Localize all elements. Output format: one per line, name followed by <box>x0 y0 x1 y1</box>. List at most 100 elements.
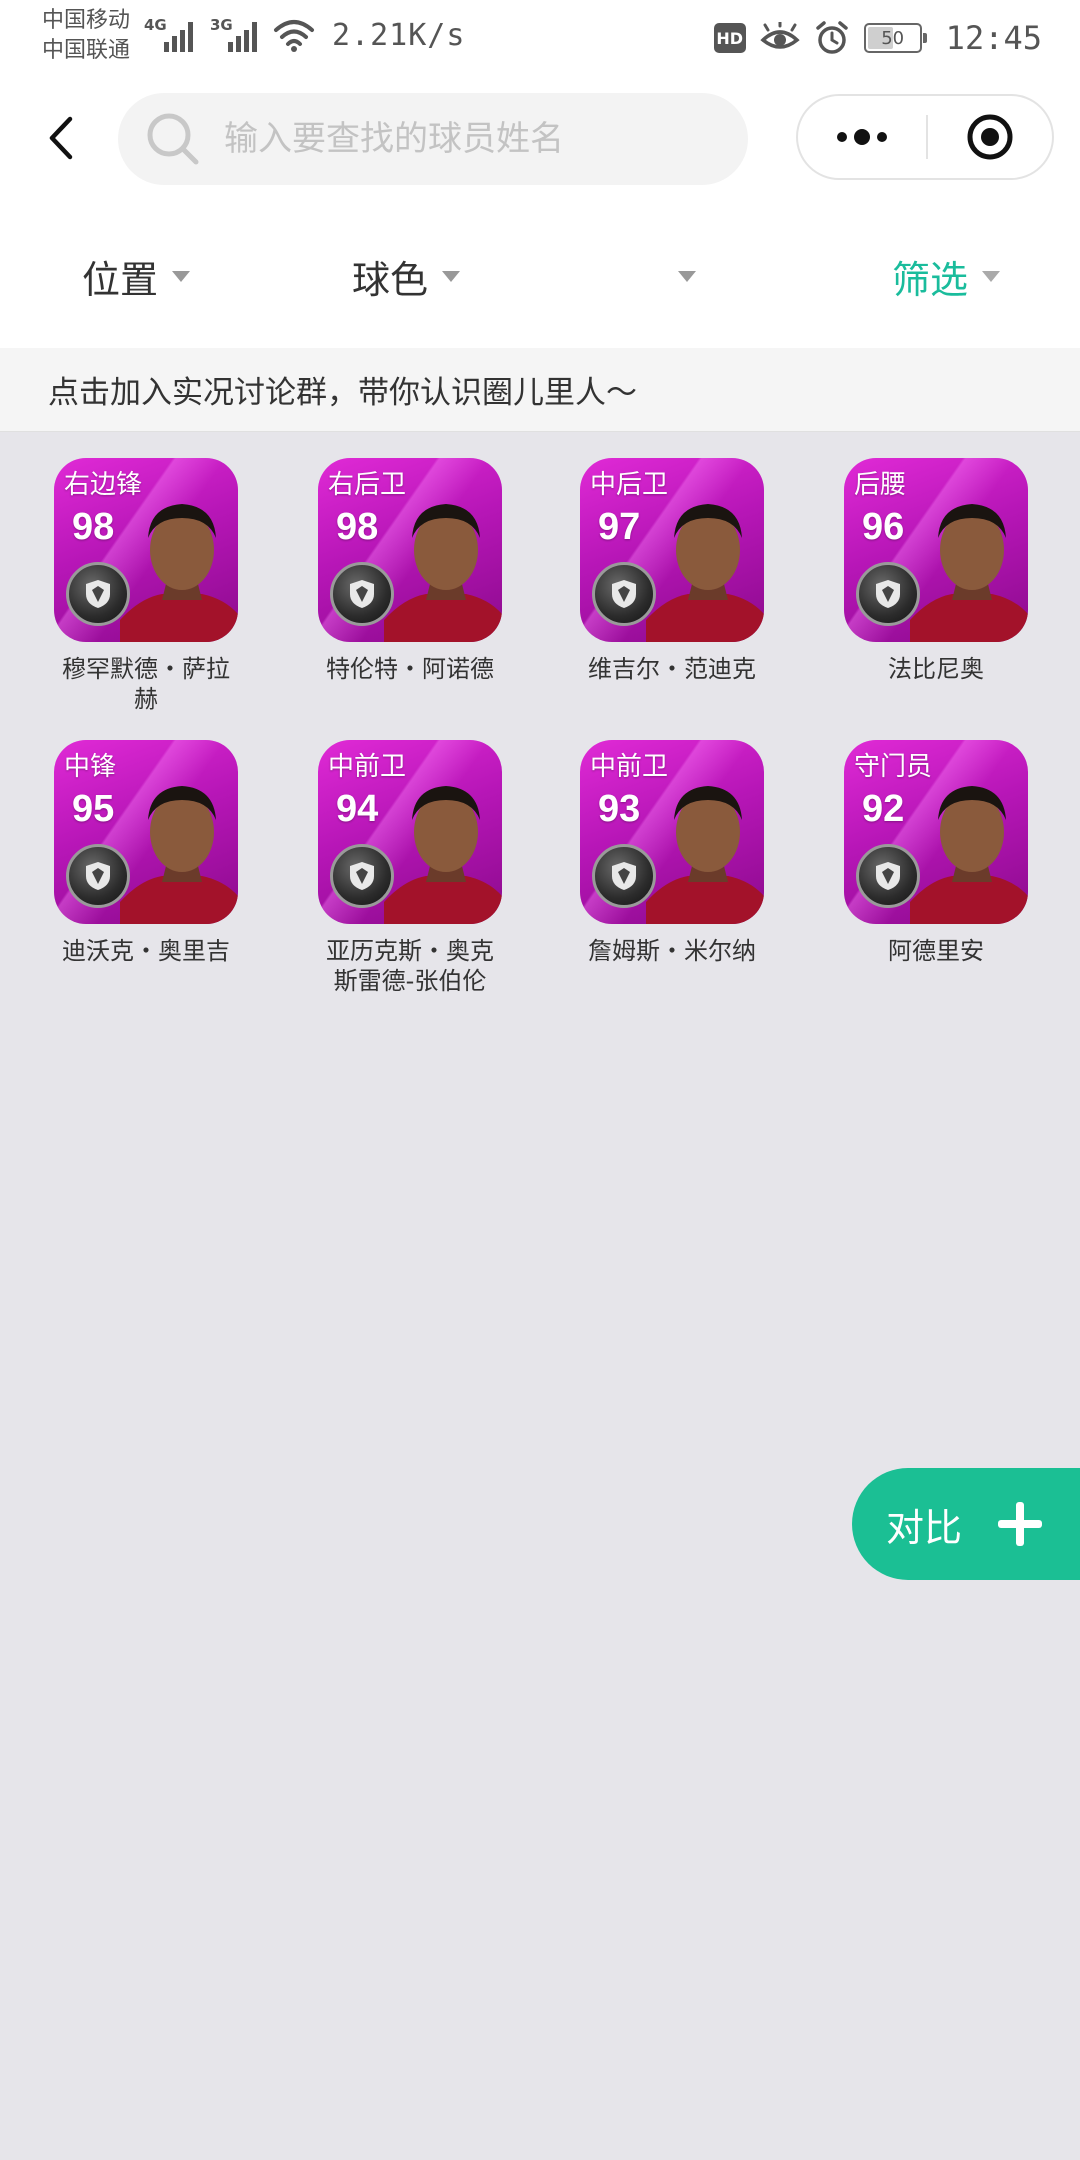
club-badge-icon <box>856 562 920 626</box>
carrier-info: 中国移动 中国联通 <box>42 6 130 66</box>
player-card[interactable]: 右后卫 98 特伦特・阿诺德 <box>278 458 542 684</box>
shield-icon <box>876 862 900 890</box>
player-name: 阿德里安 <box>888 937 984 965</box>
shield-icon <box>86 862 110 890</box>
player-rating: 98 <box>72 506 115 548</box>
filter-unnamed[interactable] <box>664 246 696 306</box>
club-badge-icon <box>330 844 394 908</box>
player-card-image: 中后卫 97 <box>580 458 764 642</box>
club-badge-icon <box>592 844 656 908</box>
player-name: 法比尼奥 <box>888 655 984 683</box>
carrier-1: 中国移动 <box>42 8 131 33</box>
player-photo-icon <box>646 504 764 642</box>
club-badge-icon <box>66 844 130 908</box>
player-card-image: 后腰 96 <box>844 458 1028 642</box>
eye-icon <box>760 22 800 49</box>
player-name: 维吉尔・范迪克 <box>588 655 756 683</box>
player-rating: 93 <box>598 788 641 830</box>
search-input[interactable] <box>222 118 722 160</box>
player-name: 穆罕默德・萨拉赫 <box>62 655 230 713</box>
caret-down-icon <box>172 270 191 282</box>
player-photo-icon <box>120 786 238 924</box>
player-card[interactable]: 中锋 95 迪沃克・奥里吉 <box>14 740 278 966</box>
join-group-banner[interactable]: 点击加入实况讨论群，带你认识圈儿里人～ <box>0 348 1080 432</box>
player-position: 后腰 <box>854 470 907 500</box>
shield-icon <box>612 580 636 608</box>
shield-icon <box>350 862 374 890</box>
player-rating: 92 <box>862 788 905 830</box>
player-photo-icon <box>910 504 1028 642</box>
player-photo-icon <box>384 786 502 924</box>
clock: 12:45 <box>945 19 1042 57</box>
shield-icon <box>350 580 374 608</box>
plus-icon <box>998 1502 1043 1546</box>
caret-down-icon <box>678 270 696 282</box>
signal-icon <box>164 22 193 52</box>
battery-icon: 50 <box>863 23 927 53</box>
player-card[interactable]: 后腰 96 法比尼奥 <box>804 458 1068 684</box>
player-name: 特伦特・阿诺德 <box>326 655 494 683</box>
player-card-image: 右后卫 98 <box>318 458 502 642</box>
player-photo-icon <box>120 504 238 642</box>
club-badge-icon <box>856 844 920 908</box>
player-rating: 95 <box>72 788 115 830</box>
player-card-image: 中锋 95 <box>54 740 238 924</box>
player-card-image: 右边锋 98 <box>54 458 238 642</box>
shield-icon <box>876 580 900 608</box>
club-badge-icon <box>592 562 656 626</box>
player-name: 迪沃克・奥里吉 <box>62 937 230 965</box>
player-photo-icon <box>910 786 1028 924</box>
player-rating: 96 <box>862 506 905 548</box>
more-button[interactable] <box>798 96 926 178</box>
filter-color-label: 球色 <box>352 257 429 302</box>
player-card[interactable]: 中后卫 97 维吉尔・范迪克 <box>540 458 804 684</box>
player-card-image: 中前卫 93 <box>580 740 764 924</box>
caret-down-icon <box>442 270 461 282</box>
player-photo-icon <box>384 504 502 642</box>
compare-label: 对比 <box>886 1505 963 1550</box>
player-card[interactable]: 中前卫 93 詹姆斯・米尔纳 <box>540 740 804 966</box>
search-box[interactable] <box>118 93 748 185</box>
player-rating: 97 <box>598 506 641 548</box>
compare-button[interactable]: 对比 <box>852 1468 1080 1580</box>
shield-icon <box>86 580 110 608</box>
join-group-text: 点击加入实况讨论群，带你认识圈儿里人～ <box>48 375 637 411</box>
network-speed: 2.21K/s <box>332 18 466 53</box>
player-rating: 98 <box>336 506 379 548</box>
filter-color[interactable]: 球色 <box>352 246 461 306</box>
caret-down-icon <box>982 270 1001 282</box>
player-name: 詹姆斯・米尔纳 <box>588 937 756 965</box>
nav-bar <box>0 78 1080 200</box>
player-card[interactable]: 右边锋 98 穆罕默德・萨拉赫 <box>14 458 278 714</box>
filter-position-label: 位置 <box>82 257 159 302</box>
target-icon <box>967 114 1013 160</box>
mini-program-capsule <box>796 94 1054 180</box>
filter-position[interactable]: 位置 <box>82 246 191 306</box>
player-rating: 94 <box>336 788 379 830</box>
back-button[interactable] <box>36 108 86 168</box>
more-dots-icon <box>837 129 887 145</box>
player-card[interactable]: 中前卫 94 亚历克斯・奥克斯雷德-张伯伦 <box>278 740 542 996</box>
search-icon <box>147 113 199 165</box>
wifi-icon <box>274 20 314 52</box>
club-badge-icon <box>66 562 130 626</box>
carrier-2: 中国联通 <box>42 38 131 63</box>
filter-screen[interactable]: 筛选 <box>892 246 1001 306</box>
filter-bar: 位置 球色 筛选 <box>0 200 1080 348</box>
player-name: 亚历克斯・奥克斯雷德-张伯伦 <box>326 937 494 995</box>
chevron-left-icon <box>49 116 73 160</box>
filter-screen-label: 筛选 <box>892 257 969 302</box>
close-mini-program-button[interactable] <box>928 96 1052 178</box>
shield-icon <box>612 862 636 890</box>
player-card-image: 守门员 92 <box>844 740 1028 924</box>
status-bar: 中国移动 中国联通 4G 3G 2.21K/s HD 50 12:45 <box>0 0 1080 78</box>
battery-level: 50 <box>881 27 905 49</box>
status-icons: HD 50 12:45 <box>713 16 1042 60</box>
player-card-image: 中前卫 94 <box>318 740 502 924</box>
alarm-icon <box>815 21 848 54</box>
hd-badge: HD <box>713 23 746 53</box>
player-card[interactable]: 守门员 92 阿德里安 <box>804 740 1068 966</box>
signal-icon-2 <box>228 22 257 52</box>
player-photo-icon <box>646 786 764 924</box>
club-badge-icon <box>330 562 394 626</box>
